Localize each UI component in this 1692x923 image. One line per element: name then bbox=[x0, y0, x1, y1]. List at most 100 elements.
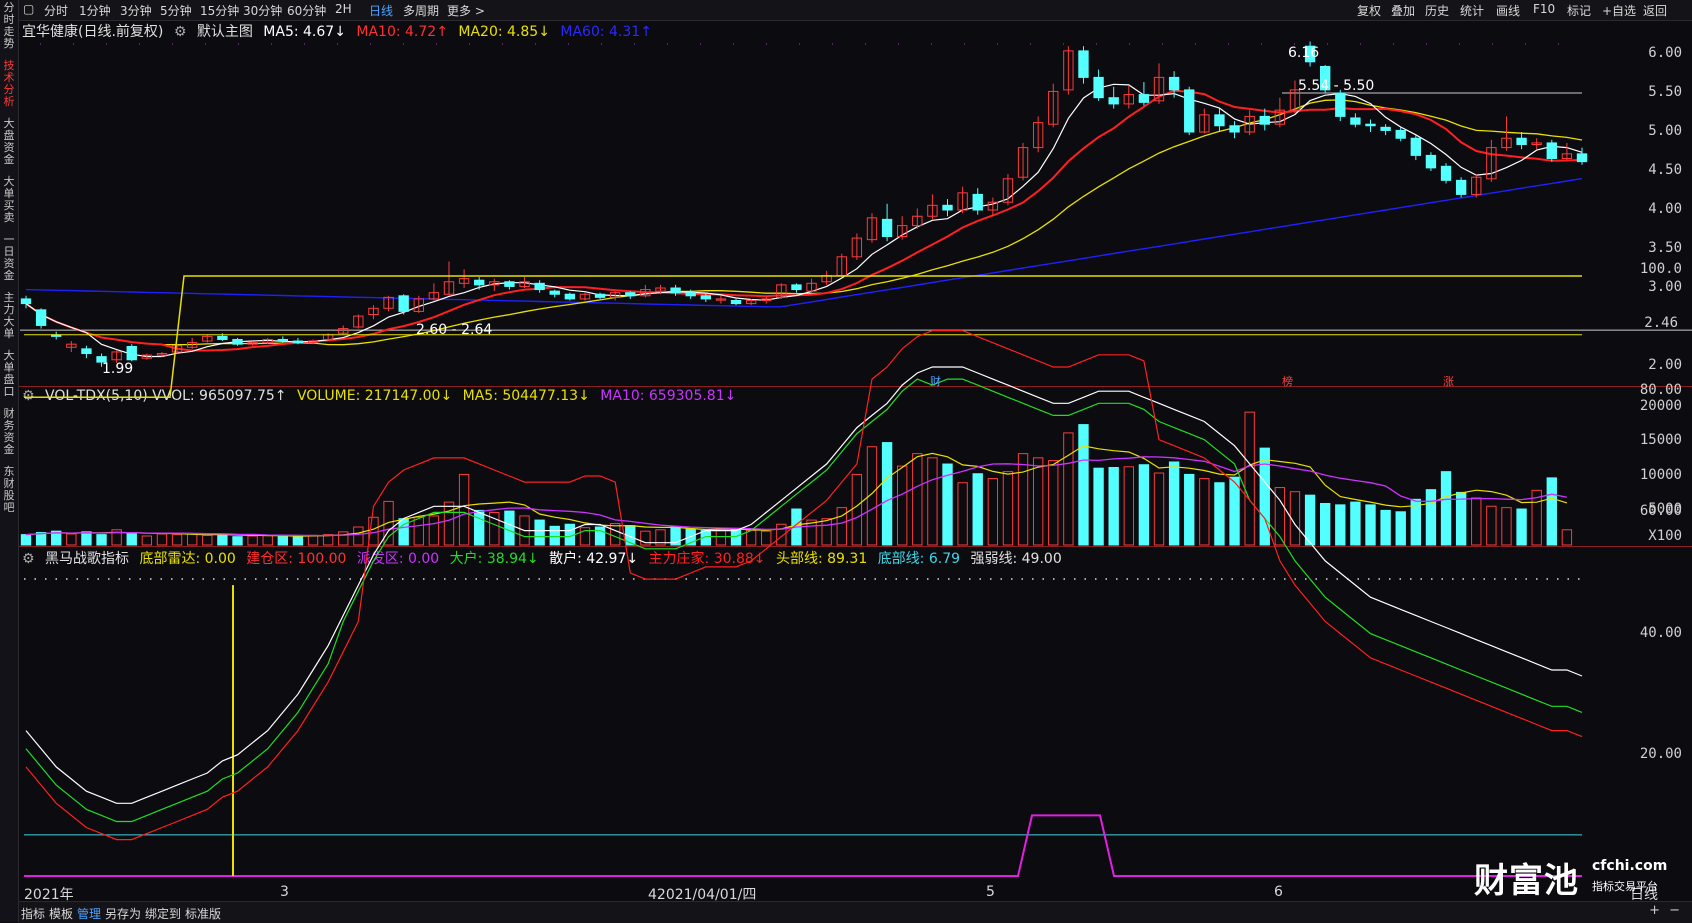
volume-bar bbox=[1320, 502, 1331, 546]
candle-body bbox=[1410, 137, 1422, 156]
x-label-month: 6 bbox=[1274, 884, 1283, 900]
volume-bar bbox=[338, 531, 349, 546]
volume-bar bbox=[534, 519, 545, 546]
volume-bar bbox=[1153, 472, 1165, 546]
volume-bar bbox=[1440, 471, 1452, 546]
volume-bar bbox=[262, 534, 273, 546]
volume-bar bbox=[1501, 507, 1512, 546]
volume-bar bbox=[383, 500, 394, 546]
volume-bar bbox=[1259, 447, 1270, 546]
volume-bar bbox=[277, 535, 288, 546]
volume-bar bbox=[912, 453, 923, 546]
retail-line bbox=[25, 366, 1583, 804]
volume-bar bbox=[881, 442, 893, 546]
candle-body bbox=[217, 335, 228, 340]
volume-bar bbox=[1561, 529, 1573, 546]
volume-bar bbox=[1184, 473, 1195, 546]
volume-bar bbox=[564, 523, 576, 546]
limit-up-event-marker[interactable]: 涨 bbox=[1443, 373, 1454, 389]
volume-bar bbox=[1486, 505, 1497, 546]
volume-bar bbox=[1214, 482, 1225, 546]
volume-bar bbox=[202, 534, 213, 546]
volume-bar bbox=[504, 510, 515, 546]
volume-bar bbox=[594, 526, 606, 546]
ranking-event-marker[interactable]: 榜 bbox=[1282, 373, 1293, 389]
ma5-line bbox=[25, 83, 1583, 358]
candle-body bbox=[1440, 165, 1452, 181]
volume-bar bbox=[1365, 504, 1376, 546]
x-label-month: 5 bbox=[986, 884, 995, 900]
volume-bar bbox=[96, 534, 107, 546]
candle-body bbox=[277, 338, 288, 342]
volume-bar bbox=[1017, 453, 1029, 546]
bottom-tab-2[interactable]: 管理 bbox=[77, 905, 101, 922]
volume-bar bbox=[1244, 411, 1255, 546]
volume-bar bbox=[821, 518, 832, 546]
volume-bar bbox=[20, 534, 32, 546]
main-force-line bbox=[25, 330, 1583, 841]
bottom-toolbar: 指标 模板 管理 另存为 绑定到 标准版 bbox=[19, 901, 1692, 923]
candle-body bbox=[625, 292, 636, 297]
big-holder-line bbox=[25, 378, 1583, 823]
candle-body bbox=[1350, 117, 1361, 125]
ma20-line bbox=[25, 99, 1583, 346]
candle-body bbox=[594, 293, 606, 298]
candle-body bbox=[791, 284, 802, 291]
volume-bar bbox=[292, 536, 304, 546]
bottom-tab-5[interactable]: 标准版 bbox=[185, 905, 221, 922]
candle-body bbox=[1214, 114, 1225, 127]
volume-bar bbox=[1032, 457, 1044, 546]
candle-body bbox=[881, 218, 893, 238]
volume-bar bbox=[1199, 478, 1210, 546]
volume-bar bbox=[443, 501, 455, 546]
range-label-low: 2.60 - 2.64 bbox=[416, 322, 493, 338]
candle-body bbox=[1138, 94, 1150, 103]
bottom-tab-3[interactable]: 另存为 bbox=[105, 905, 141, 922]
watermark-site: cfchi.com bbox=[1592, 858, 1668, 874]
candle-body bbox=[549, 290, 560, 295]
bottom-tab-1[interactable]: 模板 bbox=[49, 905, 73, 922]
finance-event-marker[interactable]: 财 bbox=[930, 373, 941, 389]
volume-bar bbox=[1138, 464, 1150, 546]
volume-bar bbox=[1350, 501, 1361, 546]
candle-body bbox=[730, 299, 742, 305]
volume-bar bbox=[458, 473, 470, 546]
candle-body bbox=[670, 287, 681, 294]
candle-body bbox=[564, 293, 576, 300]
ma10-line bbox=[25, 89, 1583, 352]
high-price-label: 6.16 bbox=[1288, 45, 1320, 61]
candle-body bbox=[534, 282, 545, 291]
volume-bar bbox=[957, 482, 968, 546]
volume-bar bbox=[1425, 489, 1437, 546]
volume-bar bbox=[549, 525, 560, 546]
volume-bar bbox=[1380, 509, 1391, 546]
volume-bar bbox=[1048, 460, 1059, 546]
bottom-tab-4[interactable]: 绑定到 bbox=[145, 905, 181, 922]
candle-body bbox=[1259, 115, 1270, 125]
volume-bar bbox=[474, 509, 485, 546]
bottom-tab-0[interactable]: 指标 bbox=[21, 905, 45, 922]
volume-bar bbox=[1002, 471, 1014, 546]
candle-body bbox=[1576, 153, 1588, 163]
candle-body bbox=[1516, 137, 1527, 145]
candle-body bbox=[1335, 92, 1346, 117]
candle-body bbox=[126, 346, 137, 361]
volume-bar bbox=[761, 530, 772, 546]
candle-body bbox=[1078, 50, 1089, 78]
candle-body bbox=[1546, 142, 1557, 160]
volume-bar bbox=[1078, 424, 1089, 546]
zoom-in-button[interactable]: + bbox=[1649, 903, 1660, 918]
candle-body bbox=[1168, 76, 1180, 91]
candle-body bbox=[685, 292, 696, 297]
volume-bar bbox=[1335, 504, 1346, 546]
watermark-slogan: 指标交易平台 bbox=[1592, 880, 1658, 893]
volume-bar bbox=[186, 533, 198, 546]
volume-bar bbox=[972, 473, 983, 546]
volume-bar bbox=[1455, 491, 1467, 546]
volume-bar bbox=[1546, 477, 1557, 546]
volume-bar bbox=[66, 533, 77, 546]
volume-bar bbox=[307, 534, 319, 546]
chart-canvas[interactable] bbox=[0, 0, 1692, 922]
range-label-high: 5.54 - 5.50 bbox=[1298, 78, 1375, 94]
zoom-out-button[interactable]: − bbox=[1669, 903, 1680, 918]
